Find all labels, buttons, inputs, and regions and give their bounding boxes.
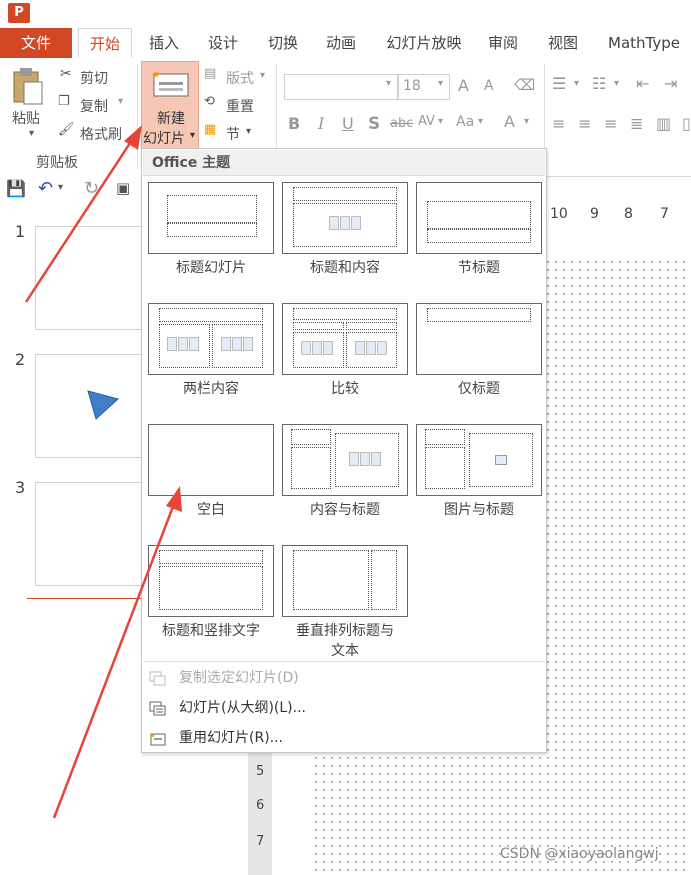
arrow-to-blank-layout (52, 503, 176, 819)
arrow-head (166, 486, 182, 512)
watermark: CSDN @xiaoyaolangwj (500, 846, 659, 862)
annotation-arrows (24, 125, 182, 819)
arrow-to-new-slide (24, 139, 134, 303)
